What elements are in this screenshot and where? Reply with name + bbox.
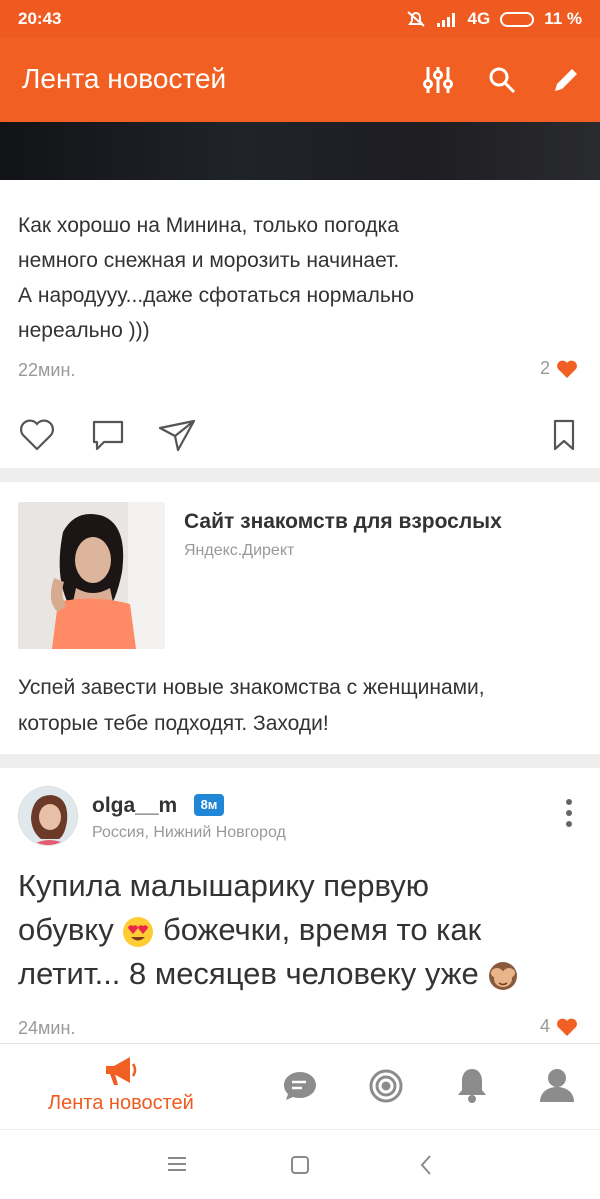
comment-icon[interactable] [90, 418, 126, 452]
ad-body[interactable]: Успей завести новые знакомства с женщина… [18, 670, 582, 742]
signal-icon [436, 13, 455, 27]
ad-card[interactable]: Сайт знакомств для взрослых Яндекс.Дирек… [0, 482, 600, 752]
avatar[interactable] [18, 786, 78, 846]
bookmark-icon[interactable] [552, 418, 576, 452]
home-icon[interactable] [289, 1154, 311, 1176]
post-text[interactable]: Как хорошо на Минина, только погодка нем… [18, 208, 578, 348]
battery-icon [500, 11, 535, 27]
author-name[interactable]: olga__m [92, 794, 177, 818]
network-label: 4G [467, 9, 491, 28]
feed-post: Как хорошо на Минина, только погодка нем… [0, 180, 600, 468]
status-time: 20:43 [18, 9, 62, 28]
megaphone-icon [105, 1057, 137, 1085]
filter-icon[interactable] [418, 60, 458, 100]
likes-count[interactable]: 4 [540, 1016, 578, 1037]
status-bar: 20:43 4G 11 % [0, 0, 600, 38]
divider [0, 754, 600, 768]
notifications-bell-icon[interactable] [454, 1066, 490, 1104]
heart-eyes-emoji-icon [123, 916, 154, 947]
post-time: 22мин. [18, 360, 76, 380]
ad-source: Яндекс.Директ [184, 542, 295, 559]
pencil-icon[interactable] [546, 60, 586, 100]
back-icon[interactable] [418, 1154, 434, 1176]
ad-image[interactable] [18, 502, 165, 649]
see-no-evil-monkey-emoji-icon [489, 961, 518, 990]
bottom-nav: Лента новостей [0, 1043, 600, 1129]
tab-news-feed-label: Лента новостей [48, 1092, 194, 1114]
battery-level: 11 % [544, 9, 582, 28]
ad-title[interactable]: Сайт знакомств для взрослых [184, 510, 502, 534]
app-bar: Лента новостей [0, 38, 600, 122]
menu-icon[interactable] [166, 1154, 188, 1174]
tab-news-feed[interactable]: Лента новостей [48, 1054, 194, 1115]
heart-icon [557, 1018, 577, 1036]
share-icon[interactable] [158, 418, 196, 452]
page-title: Лента новостей [22, 63, 227, 94]
time-badge: 8м [194, 794, 224, 816]
messages-icon[interactable] [282, 1069, 318, 1103]
post-photo[interactable] [0, 122, 600, 180]
post-time: 24мин. [18, 1018, 76, 1038]
divider [0, 468, 600, 482]
heart-icon [557, 360, 577, 378]
bell-off-icon [406, 11, 425, 27]
system-nav-bar [0, 1129, 600, 1199]
more-options-icon[interactable] [564, 798, 574, 828]
discussions-icon[interactable] [368, 1068, 404, 1104]
author-location: Россия, Нижний Новгород [92, 824, 286, 841]
like-icon[interactable] [18, 418, 56, 452]
likes-count[interactable]: 2 [540, 358, 578, 379]
feed-post: olga__m 8м Россия, Нижний Новгород Купил… [0, 768, 600, 1043]
post-text[interactable]: Купила малышарику первую обувку божечки,… [18, 864, 588, 996]
search-icon[interactable] [482, 60, 522, 100]
profile-icon[interactable] [538, 1066, 576, 1104]
